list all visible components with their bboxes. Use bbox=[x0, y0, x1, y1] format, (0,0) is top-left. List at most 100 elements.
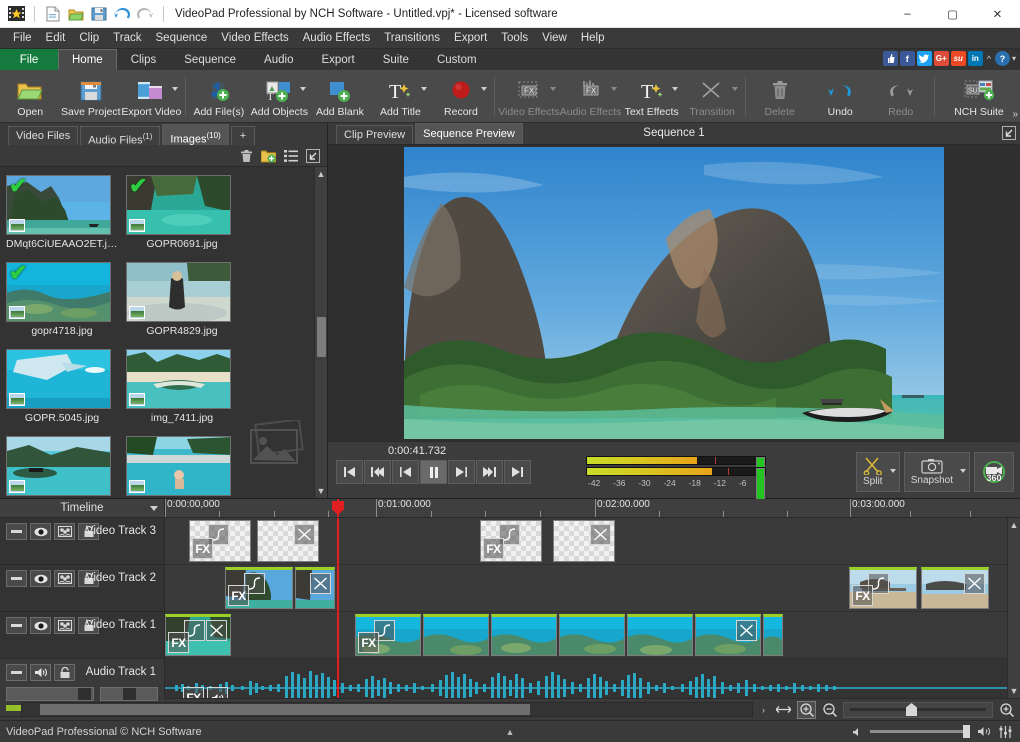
preview-video[interactable] bbox=[404, 147, 944, 439]
help-caret-icon[interactable]: ▾ bbox=[1012, 54, 1016, 63]
bin-tab-add[interactable]: + bbox=[230, 126, 256, 145]
fit-to-window-icon[interactable] bbox=[774, 701, 793, 719]
expand-caret-icon[interactable]: ▲ bbox=[506, 727, 515, 737]
menu-item-file[interactable]: File bbox=[6, 30, 39, 46]
previous-clip-button[interactable] bbox=[364, 460, 391, 484]
transition-badge[interactable] bbox=[206, 620, 227, 641]
button-360[interactable]: 360 bbox=[974, 452, 1014, 492]
timeline-ruler[interactable]: 0:00:00,000 0:01:00.000 0:02:00.000 0:03… bbox=[165, 499, 1020, 517]
video-effects-caret-icon[interactable] bbox=[549, 87, 556, 91]
nch-suite-button[interactable]: SUI NCH Suite bbox=[938, 71, 1020, 122]
add-title-caret-icon[interactable] bbox=[420, 87, 427, 91]
lane-video-track-3[interactable]: FX FX bbox=[165, 518, 1007, 565]
ribbon-tab-clips[interactable]: Clips bbox=[117, 49, 171, 70]
timeline-label-cell[interactable]: Timeline bbox=[0, 499, 165, 517]
list-item[interactable] bbox=[6, 436, 118, 498]
volume-slider[interactable] bbox=[870, 725, 970, 738]
timeline-clip[interactable] bbox=[627, 614, 693, 656]
fx-badge[interactable]: FX bbox=[168, 632, 189, 653]
ribbon-tab-file[interactable]: File bbox=[0, 49, 58, 70]
speaker-low-icon[interactable] bbox=[852, 727, 863, 737]
timeline-clip[interactable]: FX bbox=[189, 520, 251, 562]
lane-video-track-2[interactable]: FX FX bbox=[165, 565, 1007, 612]
expand-preview-icon[interactable] bbox=[1002, 126, 1016, 140]
split-button[interactable]: Split bbox=[855, 452, 900, 492]
zoom-in-timeline-icon[interactable] bbox=[797, 700, 816, 719]
overlay-icon[interactable] bbox=[54, 570, 75, 587]
toolbar-overflow-icon[interactable]: » bbox=[1012, 109, 1018, 120]
timeline-clip[interactable] bbox=[423, 614, 489, 656]
scroll-up-icon[interactable]: ▲ bbox=[317, 167, 326, 181]
fx-badge[interactable]: FX bbox=[483, 538, 504, 559]
transition-badge[interactable] bbox=[964, 573, 985, 594]
help-icon[interactable]: ? bbox=[994, 51, 1010, 66]
text-effects-button[interactable]: T Text Effects bbox=[621, 71, 682, 122]
scroll-right-icon[interactable]: › bbox=[757, 705, 770, 715]
audio-effects-button[interactable]: FX Audio Effects bbox=[560, 71, 621, 122]
fx-badge[interactable]: FX bbox=[852, 585, 873, 606]
timeline-clip[interactable] bbox=[695, 614, 761, 656]
timeline-clip[interactable] bbox=[763, 614, 783, 656]
expand-panel-icon[interactable] bbox=[303, 147, 322, 165]
timeline-clip[interactable] bbox=[559, 614, 625, 656]
fx-badge[interactable]: FX bbox=[192, 538, 213, 559]
timeline-clip[interactable] bbox=[921, 567, 989, 609]
transition-badge[interactable] bbox=[310, 573, 331, 594]
speaker-icon[interactable] bbox=[30, 664, 51, 681]
twitter-icon[interactable] bbox=[916, 51, 932, 66]
add-objects-button[interactable]: T Add Objects bbox=[249, 71, 310, 122]
collapse-track-icon[interactable] bbox=[6, 617, 27, 634]
list-item[interactable] bbox=[126, 436, 238, 498]
add-folder-icon[interactable] bbox=[259, 147, 278, 165]
lock-icon[interactable] bbox=[54, 664, 75, 681]
tab-sequence-preview[interactable]: Sequence Preview bbox=[415, 123, 523, 144]
playhead-timeline[interactable] bbox=[337, 518, 339, 698]
collapse-ribbon-caret[interactable]: ^ bbox=[985, 54, 993, 64]
jump-end-button[interactable] bbox=[504, 460, 531, 484]
timeline-lanes[interactable]: FX FX FX FX FX FX FX bbox=[165, 518, 1007, 698]
collapse-track-icon[interactable] bbox=[6, 664, 27, 681]
playhead-ruler[interactable] bbox=[332, 499, 344, 517]
magnify-icon[interactable] bbox=[997, 701, 1016, 719]
slider-knob[interactable] bbox=[78, 688, 91, 700]
slider-knob[interactable] bbox=[123, 688, 136, 700]
delete-button[interactable]: Delete bbox=[749, 71, 810, 122]
menu-item-view[interactable]: View bbox=[535, 30, 574, 46]
collapse-track-icon[interactable] bbox=[6, 523, 27, 540]
export-video-button[interactable]: Export Video bbox=[121, 71, 182, 122]
bin-tab-video-files[interactable]: Video Files bbox=[8, 126, 79, 145]
ribbon-tab-audio[interactable]: Audio bbox=[250, 49, 307, 70]
collapse-track-icon[interactable] bbox=[6, 570, 27, 587]
add-blank-button[interactable]: Add Blank bbox=[310, 71, 371, 122]
timeline-clip[interactable] bbox=[295, 567, 335, 609]
facebook-icon[interactable]: f bbox=[899, 51, 915, 66]
jump-start-button[interactable] bbox=[336, 460, 363, 484]
thumbs-up-icon[interactable] bbox=[882, 51, 898, 66]
overlay-icon[interactable] bbox=[54, 523, 75, 540]
menu-item-tools[interactable]: Tools bbox=[494, 30, 535, 46]
menu-item-video-effects[interactable]: Video Effects bbox=[214, 30, 295, 46]
record-caret-icon[interactable] bbox=[481, 87, 488, 91]
fx-badge[interactable]: FX bbox=[358, 632, 379, 653]
list-view-icon[interactable] bbox=[281, 147, 300, 165]
menu-item-track[interactable]: Track bbox=[106, 30, 148, 46]
mixer-icon[interactable] bbox=[999, 725, 1012, 738]
playhead-handle[interactable] bbox=[332, 501, 344, 515]
timeline-clip[interactable] bbox=[257, 520, 319, 562]
scroll-down-icon[interactable]: ▼ bbox=[317, 484, 326, 498]
ribbon-tab-sequence[interactable]: Sequence bbox=[170, 49, 250, 70]
maximize-button[interactable]: ▢ bbox=[930, 0, 975, 28]
timeline-horizontal-scrollbar[interactable] bbox=[21, 702, 753, 717]
transition-badge[interactable] bbox=[294, 524, 315, 545]
list-item[interactable]: img_7411.jpg bbox=[126, 349, 238, 424]
timeline-clip[interactable] bbox=[553, 520, 615, 562]
menu-item-export[interactable]: Export bbox=[447, 30, 494, 46]
scrollbar-thumb[interactable] bbox=[317, 317, 326, 357]
text-effects-caret-icon[interactable] bbox=[671, 87, 678, 91]
timeline-clip[interactable]: FX bbox=[849, 567, 917, 609]
timeline-dropdown-caret-icon[interactable] bbox=[150, 506, 158, 511]
media-bin-scrollbar[interactable]: ▲ ▼ bbox=[314, 167, 327, 498]
play-button[interactable] bbox=[448, 460, 475, 484]
scrollbar-thumb[interactable] bbox=[40, 704, 530, 715]
timeline-clip[interactable] bbox=[491, 614, 557, 656]
